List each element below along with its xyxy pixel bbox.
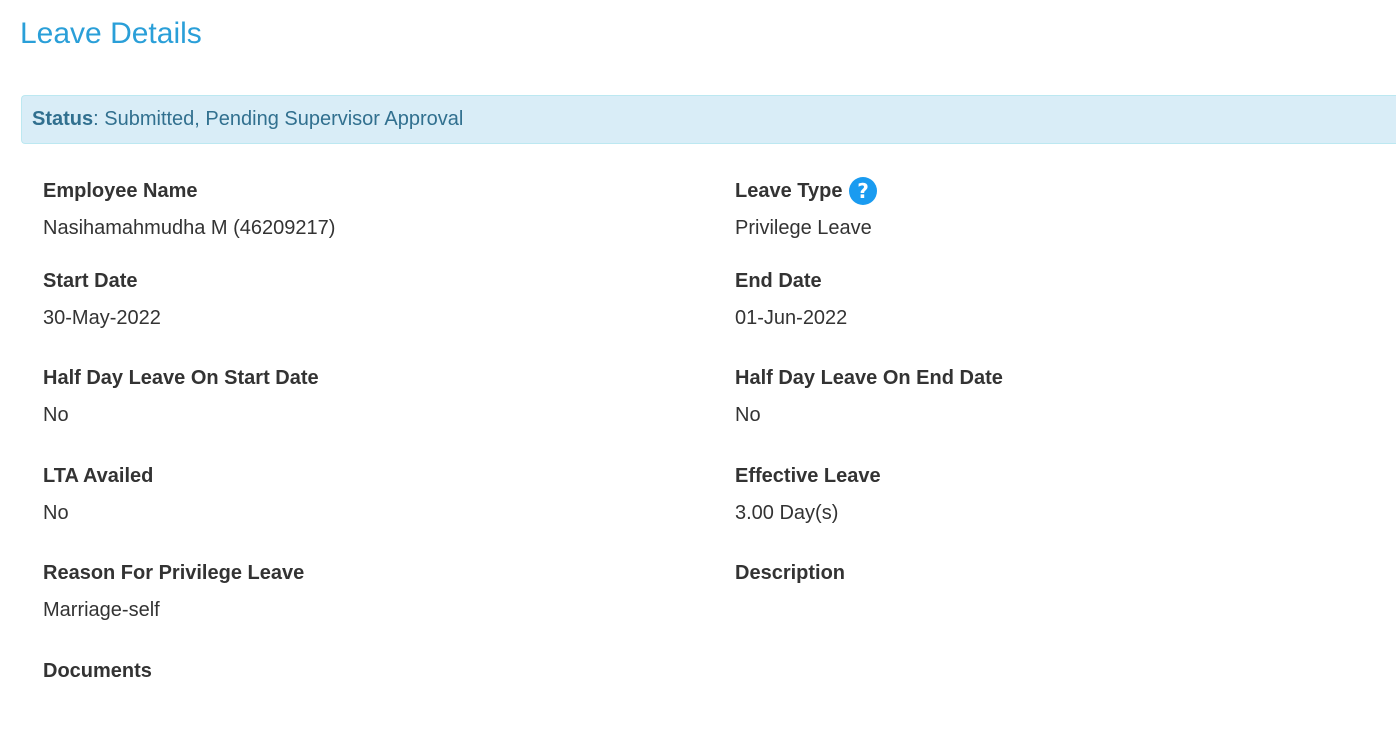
half-day-end-label: Half Day Leave On End Date [735, 367, 1003, 389]
employee-name-field: Employee Name Nasihamahmudha M (46209217… [43, 179, 683, 240]
page-title: Leave Details [20, 17, 202, 50]
description-label: Description [735, 562, 846, 584]
reason-field: Reason For Privilege Leave Marriage-self [43, 561, 683, 622]
status-label: Status [32, 108, 94, 130]
lta-availed-field: LTA Availed No [43, 464, 683, 525]
half-day-start-field: Half Day Leave On Start Date No [43, 366, 683, 427]
status-alert: Status: Submitted, Pending Supervisor Ap… [21, 95, 1396, 144]
end-date-label: End Date [735, 270, 822, 292]
end-date-value: 01-Jun-2022 [735, 307, 848, 329]
effective-leave-value: 3.00 Day(s) [735, 502, 839, 524]
half-day-end-field: Half Day Leave On End Date No [735, 366, 1375, 427]
lta-availed-value: No [43, 502, 69, 524]
lta-availed-label: LTA Availed [43, 465, 154, 487]
half-day-end-value: No [735, 404, 761, 426]
end-date-field: End Date 01-Jun-2022 [735, 269, 1375, 330]
status-separator: : [93, 108, 105, 130]
leave-type-value: Privilege Leave [735, 217, 872, 239]
documents-label: Documents [43, 660, 152, 682]
reason-value: Marriage-self [43, 599, 160, 621]
status-text: Submitted, Pending Supervisor Approval [104, 108, 464, 130]
start-date-label: Start Date [43, 270, 138, 292]
employee-name-label: Employee Name [43, 180, 198, 202]
half-day-start-value: No [43, 404, 69, 426]
leave-type-label: Leave Type [735, 180, 843, 202]
reason-label: Reason For Privilege Leave [43, 562, 305, 584]
effective-leave-field: Effective Leave 3.00 Day(s) [735, 464, 1375, 525]
description-field: Description [735, 561, 1375, 598]
question-circle-icon[interactable]: ? [849, 177, 878, 205]
start-date-field: Start Date 30-May-2022 [43, 269, 683, 330]
leave-type-field: Leave Type ? Privilege Leave [735, 177, 1375, 240]
half-day-start-label: Half Day Leave On Start Date [43, 367, 319, 389]
start-date-value: 30-May-2022 [43, 307, 161, 329]
effective-leave-label: Effective Leave [735, 465, 881, 487]
documents-field: Documents [43, 659, 683, 683]
employee-name-value: Nasihamahmudha M (46209217) [43, 217, 336, 239]
svg-text:?: ? [858, 179, 870, 203]
